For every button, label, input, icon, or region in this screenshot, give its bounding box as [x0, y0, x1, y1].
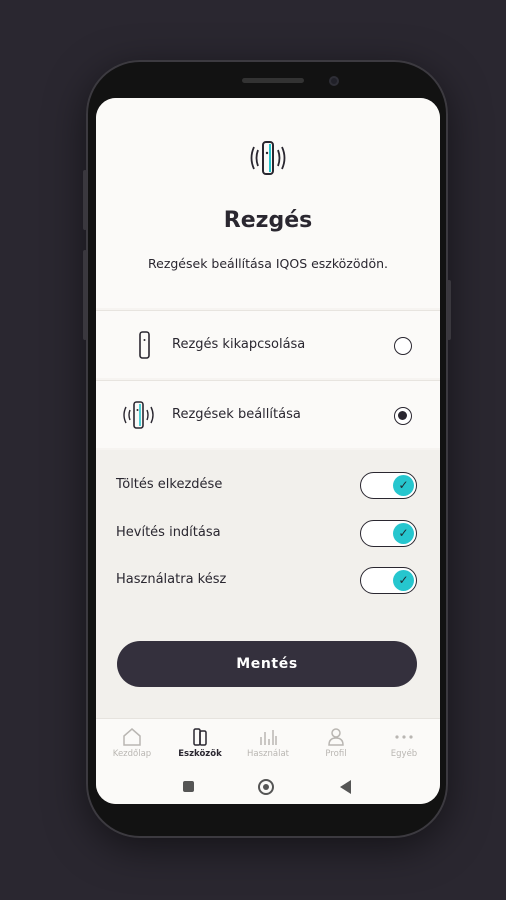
tab-profile[interactable]: Profil: [302, 719, 370, 769]
option-vibration-off[interactable]: Rezgés kikapcsolása: [96, 310, 440, 378]
page-subtitle: Rezgések beállítása IQOS eszközödön.: [148, 256, 388, 271]
tab-home[interactable]: Kezdőlap: [98, 719, 166, 769]
check-icon: ✓: [393, 570, 414, 591]
setting-label: Töltés elkezdése: [116, 477, 223, 492]
page-title: Rezgés: [223, 208, 313, 233]
home-icon: [123, 728, 141, 746]
app-screen: Rezgés Rezgések beállítása IQOS eszközöd…: [96, 98, 440, 804]
tab-label: Egyéb: [390, 749, 418, 759]
usage-chart-icon: [260, 730, 277, 745]
option-vibration-settings[interactable]: Rezgések beállítása: [96, 380, 440, 448]
bottom-tab-bar: Kezdőlap Eszközök Használat Profil Egyéb: [96, 718, 440, 768]
tab-usage[interactable]: Használat: [234, 719, 302, 769]
tab-devices[interactable]: Eszközök: [166, 719, 234, 769]
tab-label: Profil: [325, 749, 347, 759]
system-navigation-bar: [96, 768, 440, 804]
page-header: Rezgés Rezgések beállítása IQOS eszközöd…: [96, 98, 440, 308]
setting-row-heating: Hevítés indítása ✓: [116, 518, 420, 548]
radio-vibration-settings[interactable]: [394, 407, 412, 425]
device-icon: [139, 331, 150, 359]
save-button[interactable]: Mentés: [117, 641, 417, 687]
setting-row-charging: Töltés elkezdése ✓: [116, 470, 420, 500]
tab-label: Eszközök: [178, 749, 222, 759]
option-label: Rezgések beállítása: [172, 407, 301, 422]
toggle-charging[interactable]: ✓: [360, 472, 417, 499]
more-icon: [395, 735, 413, 739]
bixby-button: [83, 250, 87, 340]
profile-icon: [328, 728, 344, 746]
recent-apps-icon[interactable]: [183, 781, 194, 792]
check-icon: ✓: [393, 475, 414, 496]
setting-label: Hevítés indítása: [116, 525, 221, 540]
home-button-icon[interactable]: [258, 779, 274, 795]
setting-row-ready: Használatra kész ✓: [116, 565, 420, 595]
radio-vibration-off[interactable]: [394, 337, 412, 355]
volume-button: [83, 170, 87, 230]
earpiece-speaker: [242, 78, 304, 83]
back-icon[interactable]: [340, 780, 351, 794]
setting-label: Használatra kész: [116, 572, 227, 587]
tab-label: Használat: [247, 749, 289, 759]
tab-label: Kezdőlap: [112, 749, 152, 759]
devices-icon: [193, 728, 207, 746]
tab-more[interactable]: Egyéb: [370, 719, 438, 769]
power-button: [447, 280, 451, 340]
toggle-ready[interactable]: ✓: [360, 567, 417, 594]
front-camera: [329, 76, 339, 86]
option-label: Rezgés kikapcsolása: [172, 337, 306, 352]
toggle-heating[interactable]: ✓: [360, 520, 417, 547]
check-icon: ✓: [393, 523, 414, 544]
device-vibrate-icon: [123, 401, 154, 429]
device-vibrate-icon: [250, 141, 286, 175]
